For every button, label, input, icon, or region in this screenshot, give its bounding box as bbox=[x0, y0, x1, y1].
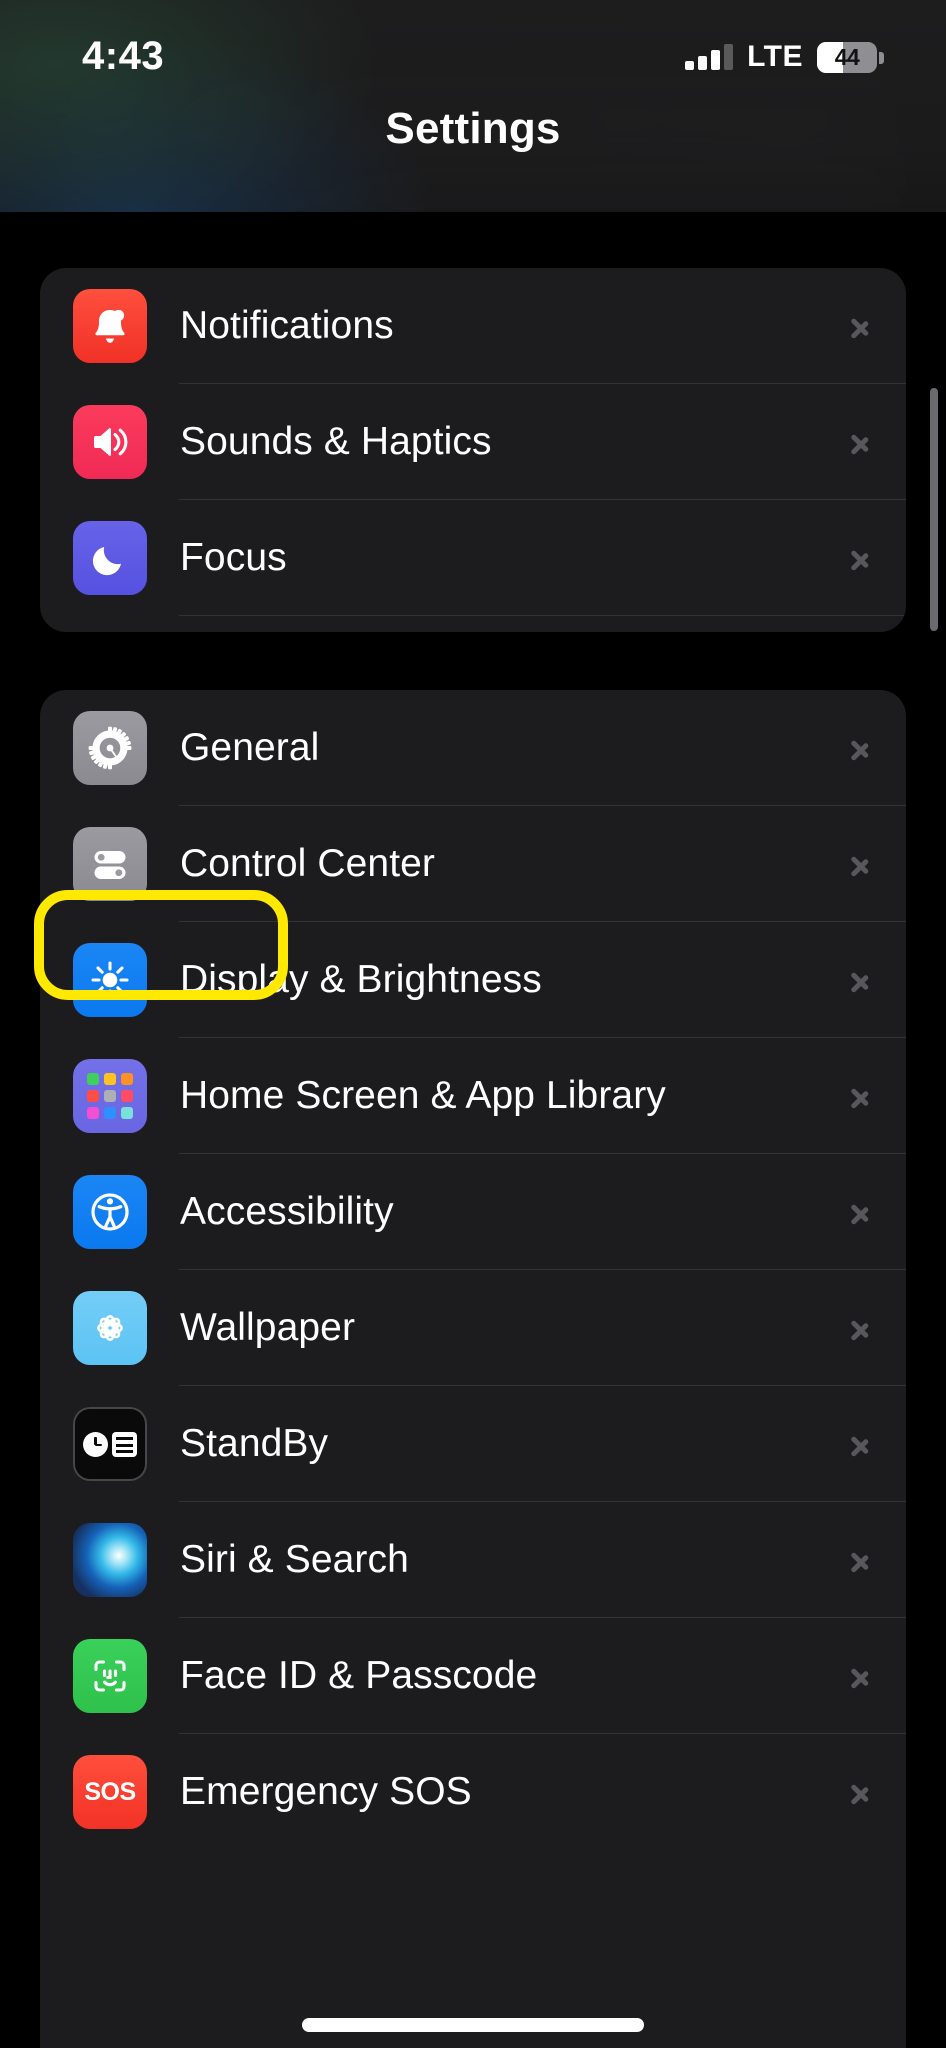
settings-row-label: Wallpaper bbox=[180, 1306, 356, 1349]
flower-icon bbox=[73, 1291, 147, 1365]
battery-cap bbox=[879, 51, 884, 64]
settings-row-label: Notifications bbox=[180, 304, 394, 347]
chevron-right-icon bbox=[850, 1427, 870, 1461]
settings-scroll-content[interactable]: VPN Not Connected Notifications Sounds &… bbox=[0, 0, 946, 2048]
face-id-icon bbox=[73, 1639, 147, 1713]
settings-row-value: Not Connected bbox=[584, 96, 839, 139]
chevron-right-icon bbox=[850, 847, 870, 881]
chevron-right-icon bbox=[850, 1659, 870, 1693]
settings-row-accessibility[interactable]: Accessibility bbox=[40, 1154, 906, 1270]
settings-row-focus[interactable]: Focus bbox=[40, 500, 906, 616]
toggles-icon bbox=[73, 827, 147, 901]
standby-icon bbox=[73, 1407, 147, 1481]
home-indicator bbox=[302, 2018, 644, 2032]
notifications-bell-icon bbox=[73, 289, 147, 363]
settings-row-label: Face ID & Passcode bbox=[180, 1654, 538, 1697]
settings-row-standby[interactable]: StandBy bbox=[40, 1386, 906, 1502]
battery-indicator: 44 bbox=[817, 41, 884, 73]
settings-row-label: Accessibility bbox=[180, 1190, 394, 1233]
status-bar-indicators: LTE 44 bbox=[685, 40, 884, 74]
settings-row-label: Home Screen & App Library bbox=[180, 1074, 666, 1117]
settings-row-emergency-sos[interactable]: SOS Emergency SOS bbox=[40, 1734, 906, 1850]
settings-row-home-screen-app-library[interactable]: Home Screen & App Library bbox=[40, 1038, 906, 1154]
siri-orb-icon bbox=[73, 1523, 147, 1597]
vertical-scrollbar[interactable] bbox=[930, 388, 938, 631]
settings-row-screen-time[interactable]: Screen Time bbox=[40, 616, 906, 632]
settings-row-wallpaper[interactable]: Wallpaper bbox=[40, 1270, 906, 1386]
app-grid-icon bbox=[73, 1059, 147, 1133]
chevron-right-icon bbox=[850, 541, 870, 575]
settings-row-sounds-haptics[interactable]: Sounds & Haptics bbox=[40, 384, 906, 500]
chevron-right-icon bbox=[850, 101, 870, 135]
settings-row-control-center[interactable]: Control Center bbox=[40, 806, 906, 922]
settings-row-display-brightness[interactable]: Display & Brightness bbox=[40, 922, 906, 1038]
sos-icon: SOS bbox=[73, 1755, 147, 1829]
speaker-waves-icon bbox=[73, 405, 147, 479]
battery-percent-label: 44 bbox=[834, 43, 860, 70]
settings-row-label: Sounds & Haptics bbox=[180, 420, 492, 463]
settings-row-label: Control Center bbox=[180, 842, 436, 885]
sun-icon bbox=[73, 943, 147, 1017]
settings-row-siri-search[interactable]: Siri & Search bbox=[40, 1502, 906, 1618]
gear-icon bbox=[73, 711, 147, 785]
settings-row-notifications[interactable]: Notifications bbox=[40, 268, 906, 384]
settings-row-label: StandBy bbox=[180, 1422, 329, 1465]
settings-row-label: Display & Brightness bbox=[180, 958, 542, 1001]
settings-row-label: VPN bbox=[180, 96, 261, 139]
chevron-right-icon bbox=[850, 963, 870, 997]
chevron-right-icon bbox=[850, 309, 870, 343]
settings-row-label: Focus bbox=[180, 536, 287, 579]
battery-icon: 44 bbox=[817, 41, 877, 73]
iphone-settings-screen: VPN Not Connected Notifications Sounds &… bbox=[0, 0, 946, 2048]
settings-row-label: Emergency SOS bbox=[180, 1770, 472, 1813]
settings-row-label: Siri & Search bbox=[180, 1538, 409, 1581]
settings-group-system: General Control Center Display & Brightn… bbox=[40, 690, 906, 2048]
accessibility-icon bbox=[73, 1175, 147, 1249]
chevron-right-icon bbox=[850, 1543, 870, 1577]
chevron-right-icon bbox=[850, 1079, 870, 1113]
settings-row-general[interactable]: General bbox=[40, 690, 906, 806]
settings-row-label: General bbox=[180, 726, 320, 769]
status-bar-clock: 4:43 bbox=[82, 33, 165, 78]
chevron-right-icon bbox=[850, 1311, 870, 1345]
moon-icon bbox=[73, 521, 147, 595]
sos-icon-text: SOS bbox=[84, 1777, 136, 1806]
settings-row-face-id-passcode[interactable]: Face ID & Passcode bbox=[40, 1618, 906, 1734]
chevron-right-icon bbox=[850, 1775, 870, 1809]
cellular-tech-label: LTE bbox=[747, 40, 803, 73]
settings-group-alerts: Notifications Sounds & Haptics Focus bbox=[40, 268, 906, 632]
chevron-right-icon bbox=[850, 1195, 870, 1229]
status-bar: 4:43 LTE 44 bbox=[0, 0, 946, 100]
chevron-right-icon bbox=[850, 731, 870, 765]
chevron-right-icon bbox=[850, 425, 870, 459]
cellular-signal-icon bbox=[685, 44, 734, 70]
